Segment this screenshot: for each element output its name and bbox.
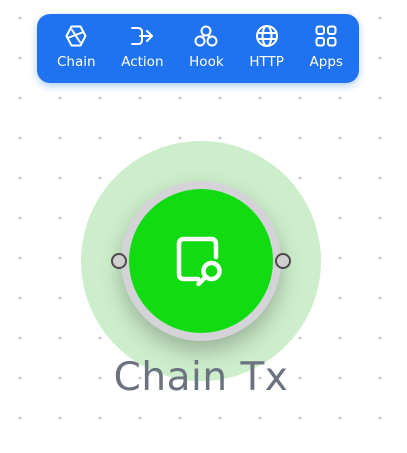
globe-icon: [254, 23, 280, 49]
toolbar-item-apps[interactable]: Apps: [310, 14, 343, 83]
toolbar-item-label: Hook: [189, 54, 224, 70]
toolbar-item-hook[interactable]: Hook: [189, 14, 224, 83]
hook-icon: [193, 23, 219, 49]
node-toolbar: Chain Action Hook HTTP Apps: [37, 14, 359, 83]
chain-icon: [63, 23, 89, 49]
toolbar-item-action[interactable]: Action: [121, 14, 164, 83]
node-title: Chain Tx: [113, 355, 289, 400]
toolbar-item-label: Action: [121, 54, 164, 70]
document-search-icon: [171, 231, 231, 291]
toolbar-item-http[interactable]: HTTP: [249, 14, 284, 83]
toolbar-item-label: HTTP: [249, 54, 284, 70]
toolbar-item-label: Chain: [57, 54, 96, 70]
input-port[interactable]: [111, 253, 127, 269]
apps-grid-icon: [313, 23, 339, 49]
toolbar-item-label: Apps: [309, 54, 343, 70]
chain-tx-node[interactable]: [129, 189, 273, 333]
action-icon: [129, 23, 155, 49]
output-port[interactable]: [275, 253, 291, 269]
toolbar-item-chain[interactable]: Chain: [57, 14, 96, 83]
